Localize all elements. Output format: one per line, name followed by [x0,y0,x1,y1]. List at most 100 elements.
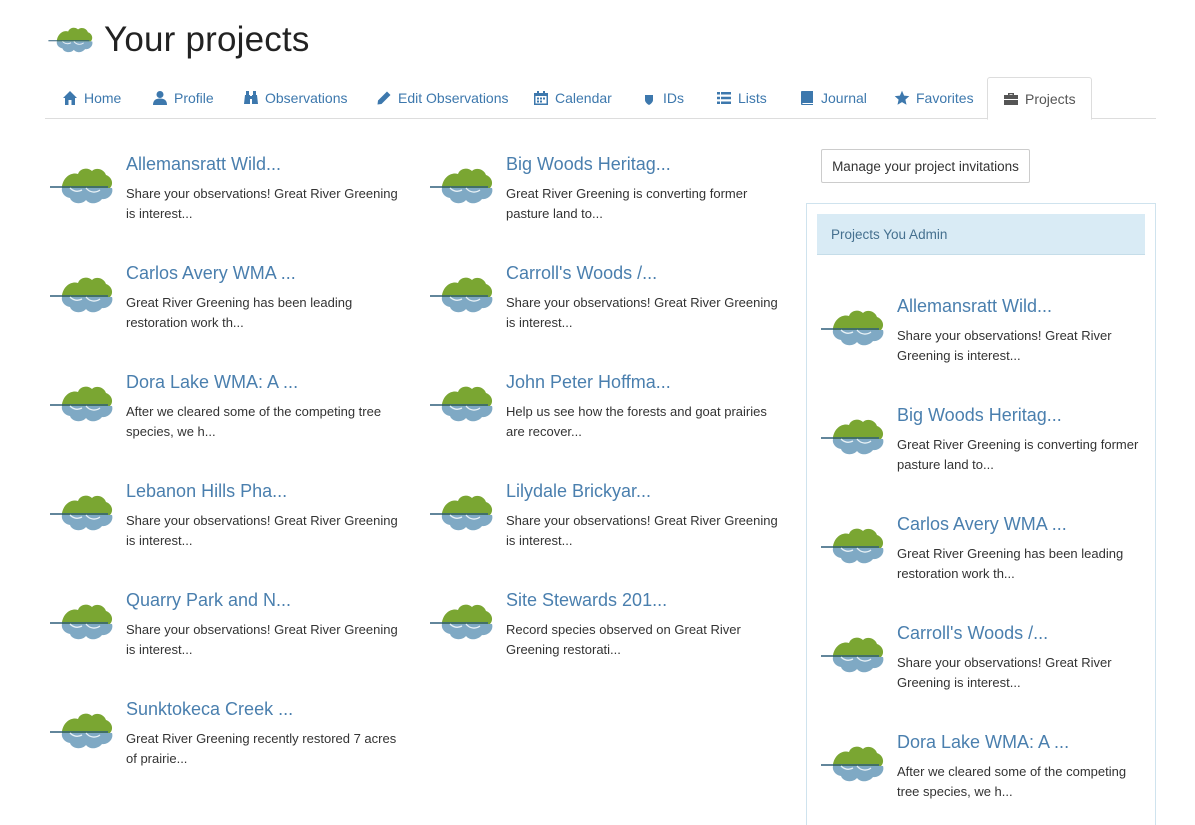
project-title-link[interactable]: Allemansratt Wild... [897,296,1052,317]
project-description: Share your observations! Great River Gre… [897,326,1147,366]
tab-calendar[interactable]: Calendar [533,77,612,119]
project-description: Share your observations! Great River Gre… [506,511,781,551]
list-icon [716,90,732,106]
project-thumbnail[interactable] [428,598,496,646]
project-title-link[interactable]: Big Woods Heritag... [506,154,671,175]
project-card: Sunktokeca Creek ... Great River Greenin… [48,699,408,799]
project-description: Share your observations! Great River Gre… [126,620,401,660]
project-thumbnail[interactable] [48,162,116,210]
project-card: Quarry Park and N... Share your observat… [48,590,408,690]
project-description: Great River Greening is converting forme… [897,435,1147,475]
project-description: After we cleared some of the competing t… [126,402,401,442]
tab-label: Home [84,90,121,106]
project-thumbnail[interactable] [48,380,116,428]
project-title-link[interactable]: Dora Lake WMA: A ... [126,372,298,393]
project-thumbnail[interactable] [428,380,496,428]
tab-label: IDs [663,90,684,106]
project-card: Carroll's Woods /... Share your observat… [428,263,788,363]
tab-label: Profile [174,90,214,106]
tab-label: Calendar [555,90,612,106]
shield-icon [641,90,657,106]
project-title-link[interactable]: Carlos Avery WMA ... [897,514,1067,535]
project-description: Share your observations! Great River Gre… [126,511,401,551]
leaf-logo-icon [47,23,95,57]
project-title-link[interactable]: Quarry Park and N... [126,590,291,611]
tab-label: Observations [265,90,347,106]
project-thumbnail[interactable] [819,304,887,352]
tab-favorites[interactable]: Favorites [894,77,974,119]
project-title-link[interactable]: Carlos Avery WMA ... [126,263,296,284]
tab-observations[interactable]: Observations [243,77,347,119]
project-card: John Peter Hoffma... Help us see how the… [428,372,788,472]
tab-journal[interactable]: Journal [799,77,867,119]
tab-label: Lists [738,90,767,106]
project-title-link[interactable]: Lilydale Brickyar... [506,481,651,502]
project-thumbnail[interactable] [48,598,116,646]
project-description: Great River Greening is converting forme… [506,184,781,224]
project-card: Carlos Avery WMA ... Great River Greenin… [48,263,408,363]
project-description: Share your observations! Great River Gre… [897,653,1147,693]
admin-project-card: Carlos Avery WMA ... Great River Greenin… [819,514,1159,614]
tab-ids[interactable]: IDs [641,77,684,119]
calendar-icon [533,90,549,106]
project-card: Lilydale Brickyar... Share your observat… [428,481,788,581]
project-title-link[interactable]: Carroll's Woods /... [506,263,657,284]
admin-project-card: Dora Lake WMA: A ... After we cleared so… [819,732,1159,825]
home-icon [62,90,78,106]
project-card: Dora Lake WMA: A ... After we cleared so… [48,372,408,472]
project-thumbnail[interactable] [428,162,496,210]
project-description: Great River Greening recently restored 7… [126,729,401,769]
project-description: Help us see how the forests and goat pra… [506,402,781,442]
star-icon [894,90,910,106]
project-thumbnail[interactable] [48,707,116,755]
project-description: Share your observations! Great River Gre… [506,293,781,333]
page-title: Your projects [104,20,310,60]
project-title-link[interactable]: Site Stewards 201... [506,590,667,611]
tab-label: Edit Observations [398,90,509,106]
project-title-link[interactable]: Big Woods Heritag... [897,405,1062,426]
briefcase-icon [1003,91,1019,107]
admin-panel-heading: Projects You Admin [817,214,1145,255]
project-title-link[interactable]: Allemansratt Wild... [126,154,281,175]
project-thumbnail[interactable] [819,413,887,461]
tab-home[interactable]: Home [62,77,121,119]
pencil-icon [376,90,392,106]
admin-project-card: Carroll's Woods /... Share your observat… [819,623,1159,723]
project-thumbnail[interactable] [428,489,496,537]
project-description: After we cleared some of the competing t… [897,762,1147,802]
project-description: Great River Greening has been leading re… [126,293,401,333]
project-description: Record species observed on Great River G… [506,620,781,660]
tab-label: Favorites [916,90,974,106]
project-title-link[interactable]: Dora Lake WMA: A ... [897,732,1069,753]
tab-lists[interactable]: Lists [716,77,767,119]
project-thumbnail[interactable] [428,271,496,319]
admin-projects-panel: Projects You Admin Allemansratt Wild... … [806,203,1156,825]
tab-label: Journal [821,90,867,106]
project-title-link[interactable]: Sunktokeca Creek ... [126,699,293,720]
project-card: Lebanon Hills Pha... Share your observat… [48,481,408,581]
tab-edit-observations[interactable]: Edit Observations [376,77,509,119]
project-description: Great River Greening has been leading re… [897,544,1147,584]
project-thumbnail[interactable] [819,522,887,570]
project-thumbnail[interactable] [48,271,116,319]
project-thumbnail[interactable] [819,631,887,679]
project-title-link[interactable]: Carroll's Woods /... [897,623,1048,644]
project-title-link[interactable]: Lebanon Hills Pha... [126,481,287,502]
project-thumbnail[interactable] [48,489,116,537]
project-card: Allemansratt Wild... Share your observat… [48,154,408,254]
manage-invitations-button[interactable]: Manage your project invitations [821,149,1030,183]
project-card: Big Woods Heritag... Great River Greenin… [428,154,788,254]
user-icon [152,90,168,106]
binoculars-icon [243,90,259,106]
book-icon [799,90,815,106]
nav-tabs: Home Profile Observations Edit Observati… [45,77,1156,119]
admin-project-card: Big Woods Heritag... Great River Greenin… [819,405,1159,505]
tab-projects[interactable]: Projects [987,77,1092,120]
project-description: Share your observations! Great River Gre… [126,184,401,224]
project-thumbnail[interactable] [819,740,887,788]
tab-label: Projects [1025,91,1076,107]
admin-project-card: Allemansratt Wild... Share your observat… [819,296,1159,396]
tab-profile[interactable]: Profile [152,77,214,119]
project-title-link[interactable]: John Peter Hoffma... [506,372,671,393]
page-header: Your projects [47,20,310,60]
